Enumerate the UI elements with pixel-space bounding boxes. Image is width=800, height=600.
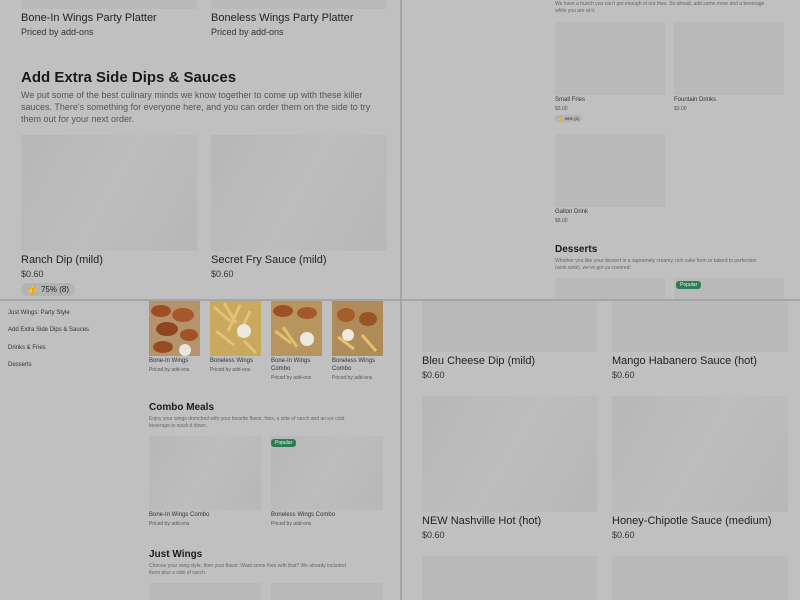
item-price: $0.60 [21, 269, 44, 279]
rating-badge: 👍 96% (3) [555, 115, 582, 122]
item-name[interactable]: Secret Fry Sauce (mild) [211, 254, 327, 266]
nav-item-drinks-fries[interactable]: Drinks & Fries [8, 345, 46, 351]
nav-item-desserts[interactable]: Desserts [8, 362, 32, 368]
popular-badge: Popular [676, 281, 702, 289]
item-price: Priced by add-ons [271, 375, 312, 381]
item-image[interactable] [211, 0, 387, 9]
item-image[interactable] [422, 396, 597, 512]
section-title: Add Extra Side Dips & Sauces [21, 69, 237, 86]
nav-item-party-style[interactable]: Just Wings: Party Style [8, 310, 70, 316]
item-price: Priced by add-ons [149, 367, 190, 373]
item-photo[interactable] [271, 301, 322, 356]
item-image[interactable] [21, 0, 197, 9]
item-name[interactable]: Boneless Wings Combo [271, 512, 335, 518]
item-image[interactable] [422, 556, 597, 600]
item-price: $0.60 [422, 370, 445, 380]
item-name[interactable]: Honey-Chipotle Sauce (medium) [612, 515, 772, 527]
boneless-combo-icon [332, 301, 383, 356]
item-price: $0.60 [612, 530, 635, 540]
item-name[interactable]: Boneless Wings [210, 358, 253, 364]
item-name[interactable]: Bone-In Wings Party Platter [21, 12, 157, 24]
item-name[interactable]: Fountain Drinks [674, 97, 716, 103]
item-name[interactable]: Gallon Drink [555, 209, 588, 215]
item-name[interactable]: Boneless Wings Party Platter [211, 12, 353, 24]
item-name[interactable]: Ranch Dip (mild) [21, 254, 103, 266]
section-title: Desserts [555, 244, 598, 255]
item-name[interactable]: Combo [271, 366, 290, 372]
popular-badge: Popular [271, 439, 297, 447]
item-image[interactable] [149, 583, 261, 600]
item-price: $0.60 [422, 530, 445, 540]
item-price: Priced by add-ons [149, 521, 190, 527]
item-name[interactable]: Boneless Wings [332, 358, 375, 364]
section-description: (wink wink), we've got ya covered! [555, 265, 631, 271]
item-photo[interactable] [149, 301, 200, 356]
item-image[interactable] [612, 396, 788, 512]
menu-panel-top-left: Bone-In Wings Party Platter Priced by ad… [0, 0, 400, 299]
item-name[interactable]: Mango Habanero Sauce (hot) [612, 355, 757, 367]
item-price: Priced by add-ons [332, 375, 373, 381]
section-title: Just Wings [149, 549, 203, 560]
item-image[interactable] [271, 583, 383, 600]
item-image[interactable] [674, 22, 784, 95]
item-image[interactable] [271, 436, 383, 510]
item-image[interactable] [21, 135, 197, 251]
item-price: $3.00 [674, 106, 687, 112]
rating-value: 96% (3) [564, 116, 579, 121]
item-image[interactable] [422, 301, 597, 352]
fries-icon [210, 301, 261, 356]
section-description: while you are at it. [555, 8, 596, 14]
item-name[interactable]: Small Fries [555, 97, 585, 103]
item-image[interactable] [211, 135, 387, 251]
section-description: them plus a side of ranch. [149, 570, 207, 576]
item-name[interactable]: Bleu Cheese Dip (mild) [422, 355, 535, 367]
wings-icon [149, 301, 200, 356]
item-price: Priced by add-ons [210, 367, 251, 373]
menu-panel-bottom-left: Just Wings: Party Style Add Extra Side D… [0, 301, 400, 600]
item-image[interactable] [612, 301, 788, 352]
item-name[interactable]: Combo [332, 366, 351, 372]
item-image[interactable] [555, 22, 665, 95]
item-price: $8.00 [555, 218, 568, 224]
thumbs-up-icon: 👍 [27, 285, 37, 294]
item-price: Priced by add-ons [21, 27, 94, 37]
section-title: Combo Meals [149, 402, 215, 413]
item-price: Priced by add-ons [271, 521, 312, 527]
rating-value: 75% (8) [40, 285, 69, 294]
item-image[interactable] [149, 436, 261, 510]
item-image[interactable] [612, 556, 788, 600]
item-image[interactable] [555, 134, 665, 207]
item-name[interactable]: Bone-In Wings Combo [149, 512, 209, 518]
item-price: $0.60 [211, 269, 234, 279]
item-image[interactable] [555, 278, 665, 299]
item-price: $0.60 [612, 370, 635, 380]
rating-badge: 👍 75% (8) [21, 283, 75, 296]
menu-panel-bottom-right: Bleu Cheese Dip (mild) $0.60 Mango Haban… [402, 301, 800, 600]
item-price: $3.00 [555, 106, 568, 112]
section-description: beverage to wash it down. [149, 423, 208, 429]
section-description: We put some of the best culinary minds w… [21, 90, 371, 124]
item-name[interactable]: Bone-In Wings [271, 358, 310, 364]
item-photo[interactable] [332, 301, 383, 356]
menu-panel-top-right: We have a hunch you can't get enough of … [402, 0, 800, 299]
item-name[interactable]: NEW Nashville Hot (hot) [422, 515, 541, 527]
wings-combo-icon [271, 301, 322, 356]
thumbs-up-icon: 👍 [558, 116, 563, 121]
item-photo[interactable] [210, 301, 261, 356]
item-name[interactable]: Bone-In Wings [149, 358, 188, 364]
nav-item-dips-sauces[interactable]: Add Extra Side Dips & Sauces [8, 327, 89, 333]
item-price: Priced by add-ons [211, 27, 284, 37]
